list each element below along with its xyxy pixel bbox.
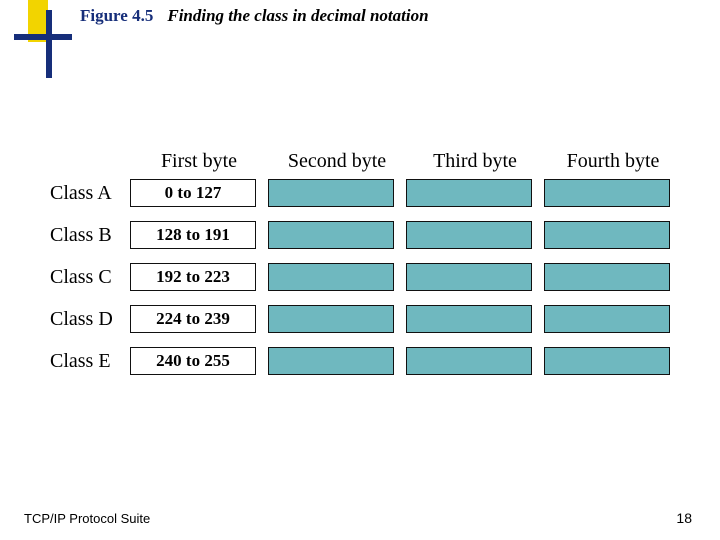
byte-cell-empty: [544, 179, 670, 207]
class-label: Class E: [50, 350, 130, 373]
byte-cell-empty: [544, 263, 670, 291]
table-row: Class A 0 to 127: [50, 179, 682, 207]
byte-cell-empty: [268, 221, 394, 249]
class-label: Class B: [50, 224, 130, 247]
table-row: Class E 240 to 255: [50, 347, 682, 375]
table-row: Class C 192 to 223: [50, 263, 682, 291]
byte-cell-empty: [406, 347, 532, 375]
byte-column-headers: First byte Second byte Third byte Fourth…: [130, 150, 682, 179]
header-first-byte: First byte: [130, 150, 268, 179]
table-row: Class D 224 to 239: [50, 305, 682, 333]
header-fourth-byte: Fourth byte: [544, 150, 682, 179]
figure-number: Figure 4.5: [80, 6, 153, 26]
byte-cell-empty: [268, 179, 394, 207]
byte-cell-empty: [544, 305, 670, 333]
byte-cell-empty: [406, 179, 532, 207]
byte-cell-empty: [268, 305, 394, 333]
byte-cell-empty: [406, 221, 532, 249]
byte-cell-empty: [268, 263, 394, 291]
first-byte-range: 240 to 255: [130, 347, 256, 375]
corner-vertical-bar: [46, 10, 52, 78]
byte-cell-empty: [406, 305, 532, 333]
table-row: Class B 128 to 191: [50, 221, 682, 249]
class-range-table: First byte Second byte Third byte Fourth…: [50, 150, 682, 389]
byte-cell-empty: [268, 347, 394, 375]
first-byte-range: 224 to 239: [130, 305, 256, 333]
figure-caption: Finding the class in decimal notation: [167, 6, 428, 26]
class-label: Class A: [50, 182, 130, 205]
corner-horizontal-bar: [14, 34, 72, 40]
first-byte-range: 192 to 223: [130, 263, 256, 291]
class-label: Class D: [50, 308, 130, 331]
page-number: 18: [676, 510, 692, 526]
figure-title-row: Figure 4.5 Finding the class in decimal …: [80, 6, 429, 26]
slide-corner-graphic: [14, 0, 62, 80]
first-byte-range: 128 to 191: [130, 221, 256, 249]
byte-cell-empty: [406, 263, 532, 291]
class-label: Class C: [50, 266, 130, 289]
first-byte-range: 0 to 127: [130, 179, 256, 207]
header-second-byte: Second byte: [268, 150, 406, 179]
byte-cell-empty: [544, 347, 670, 375]
header-third-byte: Third byte: [406, 150, 544, 179]
footer-text: TCP/IP Protocol Suite: [24, 511, 150, 526]
byte-cell-empty: [544, 221, 670, 249]
